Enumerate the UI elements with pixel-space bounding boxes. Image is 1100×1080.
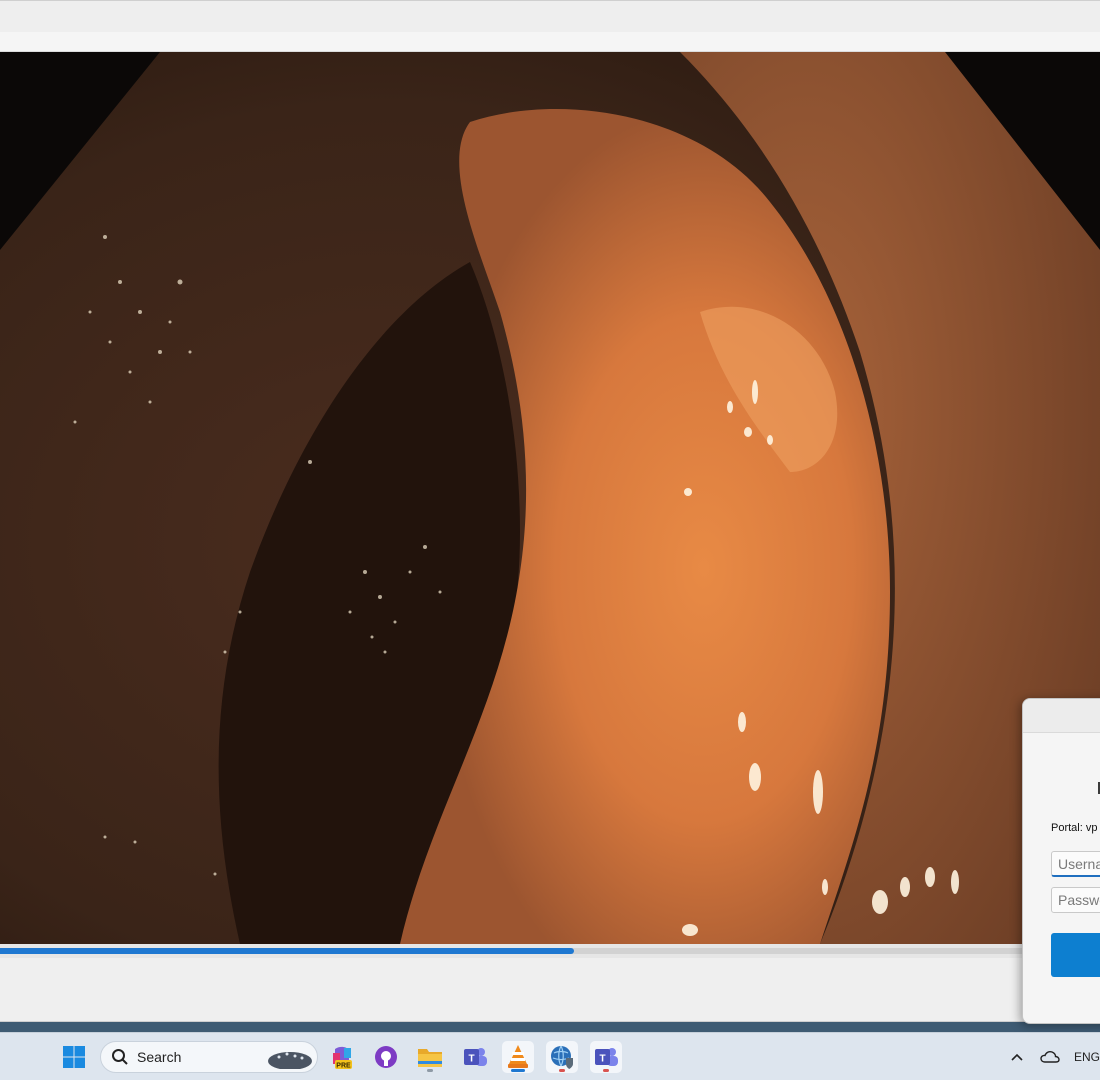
search-highlight-icon <box>268 1052 312 1069</box>
file-explorer-icon <box>418 1049 442 1067</box>
connect-button[interactable] <box>1051 933 1100 977</box>
search-icon <box>112 1049 128 1065</box>
globalprotect-icon <box>551 1045 573 1069</box>
desktop-wallpaper-strip <box>0 1022 1100 1032</box>
svg-text:T: T <box>468 1054 474 1065</box>
username-input[interactable] <box>1051 851 1100 877</box>
teams-icon: T <box>595 1048 618 1066</box>
desktop: Portal: vp Search <box>0 0 1100 1080</box>
running-indicator <box>427 1069 433 1072</box>
vlc-icon <box>508 1045 528 1068</box>
taskbar-teams[interactable]: T <box>459 1041 491 1073</box>
seek-bar[interactable] <box>0 944 1100 958</box>
taskbar-file-explorer[interactable] <box>414 1041 446 1073</box>
player-controls <box>0 958 1100 1022</box>
taskbar-search[interactable]: Search <box>100 1041 318 1073</box>
endoscopy-video-image <box>0 52 1100 944</box>
video-frame[interactable] <box>0 52 1100 944</box>
svg-text:T: T <box>599 1054 605 1065</box>
attention-indicator <box>603 1069 609 1072</box>
github-desktop-icon <box>375 1046 397 1068</box>
password-input[interactable] <box>1051 887 1100 913</box>
dialog-title-bar[interactable] <box>1023 699 1100 733</box>
teams-icon: T <box>464 1048 487 1066</box>
system-tray: ENG <box>1010 1033 1100 1080</box>
language-indicator[interactable]: ENG <box>1074 1050 1100 1064</box>
taskbar-teams-2[interactable]: T <box>590 1041 622 1073</box>
seek-progress[interactable] <box>0 948 575 954</box>
window-title-bar[interactable] <box>0 0 1100 32</box>
onedrive-cloud-icon[interactable] <box>1040 1050 1060 1064</box>
taskbar: Search PRE T T ENG <box>0 1032 1100 1080</box>
taskbar-vlc[interactable] <box>502 1041 534 1073</box>
window-menu-bar <box>0 32 1100 52</box>
portal-label: Portal: vp <box>1051 822 1098 834</box>
start-button[interactable] <box>58 1041 90 1073</box>
copilot-badge: PRE <box>336 1063 351 1070</box>
attention-indicator <box>559 1069 565 1072</box>
chevron-up-icon[interactable] <box>1010 1052 1024 1062</box>
windows-start-icon <box>63 1046 85 1068</box>
copilot-icon: PRE <box>333 1046 352 1070</box>
search-label: Search <box>137 1049 182 1065</box>
taskbar-copilot[interactable]: PRE <box>326 1041 358 1073</box>
active-indicator <box>511 1069 525 1072</box>
taskbar-github-desktop[interactable] <box>370 1041 402 1073</box>
taskbar-globalprotect[interactable] <box>546 1041 578 1073</box>
vpn-login-dialog: Portal: vp <box>1022 698 1100 1024</box>
